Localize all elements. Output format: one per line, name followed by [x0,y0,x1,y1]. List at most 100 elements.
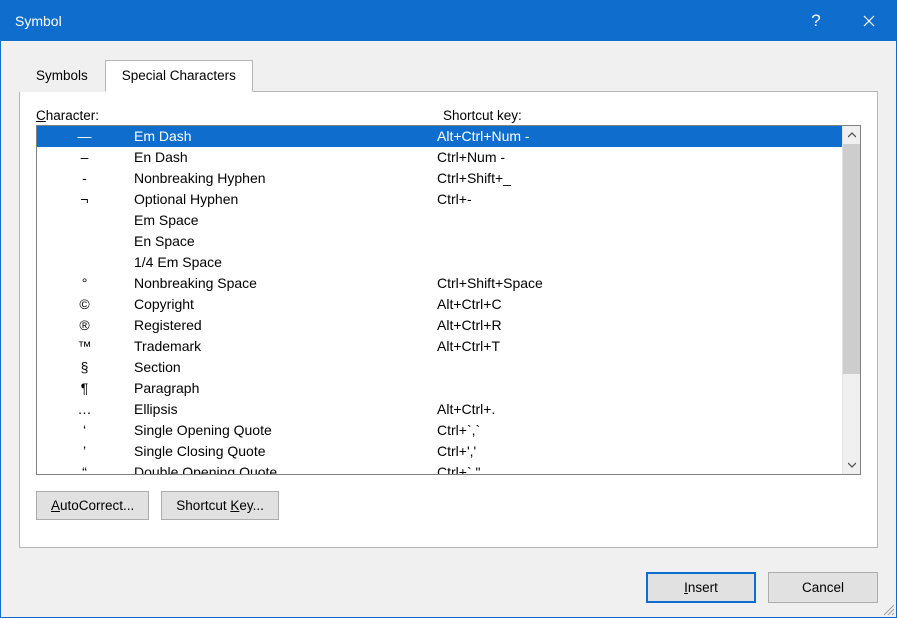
list-item[interactable]: -Nonbreaking HyphenCtrl+Shift+_ [37,168,842,189]
panel-buttons: AutoCorrect... Shortcut Key... [36,491,861,520]
character-symbol [37,210,132,231]
character-shortcut [437,231,842,252]
character-name: Nonbreaking Space [132,273,437,294]
character-symbol: ‘ [37,420,132,441]
scrollbar-thumb[interactable] [843,144,860,374]
character-shortcut: Ctrl+Shift+Space [437,273,842,294]
character-symbol: ° [37,273,132,294]
shortcut-key-button[interactable]: Shortcut Key... [161,491,279,520]
list-item[interactable]: §Section [37,357,842,378]
character-symbol: § [37,357,132,378]
character-symbol: “ [37,462,132,474]
scrollbar[interactable] [842,126,860,474]
character-symbol: ® [37,315,132,336]
close-icon [863,15,875,27]
character-name: En Dash [132,147,437,168]
character-symbol: ™ [37,336,132,357]
tab-symbols[interactable]: Symbols [19,60,105,92]
character-name: Single Closing Quote [132,441,437,462]
character-name: Ellipsis [132,399,437,420]
character-shortcut: Ctrl+Num - [437,147,842,168]
list-item[interactable]: ®RegisteredAlt+Ctrl+R [37,315,842,336]
cancel-button[interactable]: Cancel [768,572,878,603]
character-symbol [37,252,132,273]
character-name: Nonbreaking Hyphen [132,168,437,189]
character-shortcut: Alt+Ctrl+R [437,315,842,336]
character-list-container: —Em DashAlt+Ctrl+Num -–En DashCtrl+Num -… [36,125,861,475]
character-name: Section [132,357,437,378]
close-button[interactable] [841,1,896,41]
character-symbol: … [37,399,132,420]
shortcut-header: Shortcut key: [443,108,522,123]
scroll-down-button[interactable] [843,456,860,474]
character-symbol: — [37,126,132,147]
list-item[interactable]: “Double Opening QuoteCtrl+`," [37,462,842,474]
tab-symbols-label: Symbols [36,68,88,83]
character-shortcut: Alt+Ctrl+Num - [437,126,842,147]
column-headers: Character: Shortcut key: [36,108,861,123]
help-button[interactable]: ? [791,1,841,41]
list-item[interactable]: ’Single Closing QuoteCtrl+',' [37,441,842,462]
character-shortcut: Alt+Ctrl+. [437,399,842,420]
tabs: Symbols Special Characters [19,59,878,91]
insert-button[interactable]: Insert [646,572,756,603]
dialog-content: Symbols Special Characters Character: Sh… [1,41,896,562]
character-header: Character: [36,108,443,123]
character-shortcut: Ctrl+Shift+_ [437,168,842,189]
chevron-down-icon [848,462,856,468]
character-name: Trademark [132,336,437,357]
dialog-footer: Insert Cancel [1,562,896,617]
character-shortcut: Ctrl+',' [437,441,842,462]
character-shortcut [437,252,842,273]
list-item[interactable]: ¬Optional HyphenCtrl+- [37,189,842,210]
list-item[interactable]: ©CopyrightAlt+Ctrl+C [37,294,842,315]
character-name: Paragraph [132,378,437,399]
tab-special-label: Special Characters [122,68,236,83]
character-shortcut [437,378,842,399]
character-list[interactable]: —Em DashAlt+Ctrl+Num -–En DashCtrl+Num -… [37,126,842,474]
symbol-dialog: Symbol ? Symbols Special Characters Char… [0,0,897,618]
character-shortcut [437,357,842,378]
list-item[interactable]: —Em DashAlt+Ctrl+Num - [37,126,842,147]
character-name: Em Space [132,210,437,231]
character-symbol [37,231,132,252]
character-symbol: ’ [37,441,132,462]
character-name: En Space [132,231,437,252]
character-name: Optional Hyphen [132,189,437,210]
character-name: Copyright [132,294,437,315]
character-shortcut: Alt+Ctrl+C [437,294,842,315]
tab-panel: Character: Shortcut key: —Em DashAlt+Ctr… [19,91,878,548]
list-item[interactable]: °Nonbreaking SpaceCtrl+Shift+Space [37,273,842,294]
tab-special-characters[interactable]: Special Characters [105,60,253,92]
character-symbol: – [37,147,132,168]
titlebar[interactable]: Symbol ? [1,1,896,41]
autocorrect-button[interactable]: AutoCorrect... [36,491,149,520]
list-item[interactable]: En Space [37,231,842,252]
character-shortcut: Ctrl+`,` [437,420,842,441]
character-name: Double Opening Quote [132,462,437,474]
character-shortcut: Ctrl+`," [437,462,842,474]
window-title: Symbol [15,13,791,29]
list-item[interactable]: …EllipsisAlt+Ctrl+. [37,399,842,420]
character-name: 1/4 Em Space [132,252,437,273]
list-item[interactable]: ™TrademarkAlt+Ctrl+T [37,336,842,357]
character-shortcut: Alt+Ctrl+T [437,336,842,357]
chevron-up-icon [848,132,856,138]
scroll-up-button[interactable] [843,126,860,144]
list-item[interactable]: ¶Paragraph [37,378,842,399]
character-symbol: - [37,168,132,189]
list-item[interactable]: –En DashCtrl+Num - [37,147,842,168]
scrollbar-track[interactable] [843,144,860,456]
character-shortcut [437,210,842,231]
resize-grip-icon [881,602,895,616]
character-symbol: ¶ [37,378,132,399]
list-item[interactable]: 1/4 Em Space [37,252,842,273]
character-name: Single Opening Quote [132,420,437,441]
character-symbol: © [37,294,132,315]
character-shortcut: Ctrl+- [437,189,842,210]
character-name: Registered [132,315,437,336]
list-item[interactable]: Em Space [37,210,842,231]
character-symbol: ¬ [37,189,132,210]
character-name: Em Dash [132,126,437,147]
list-item[interactable]: ‘Single Opening QuoteCtrl+`,` [37,420,842,441]
